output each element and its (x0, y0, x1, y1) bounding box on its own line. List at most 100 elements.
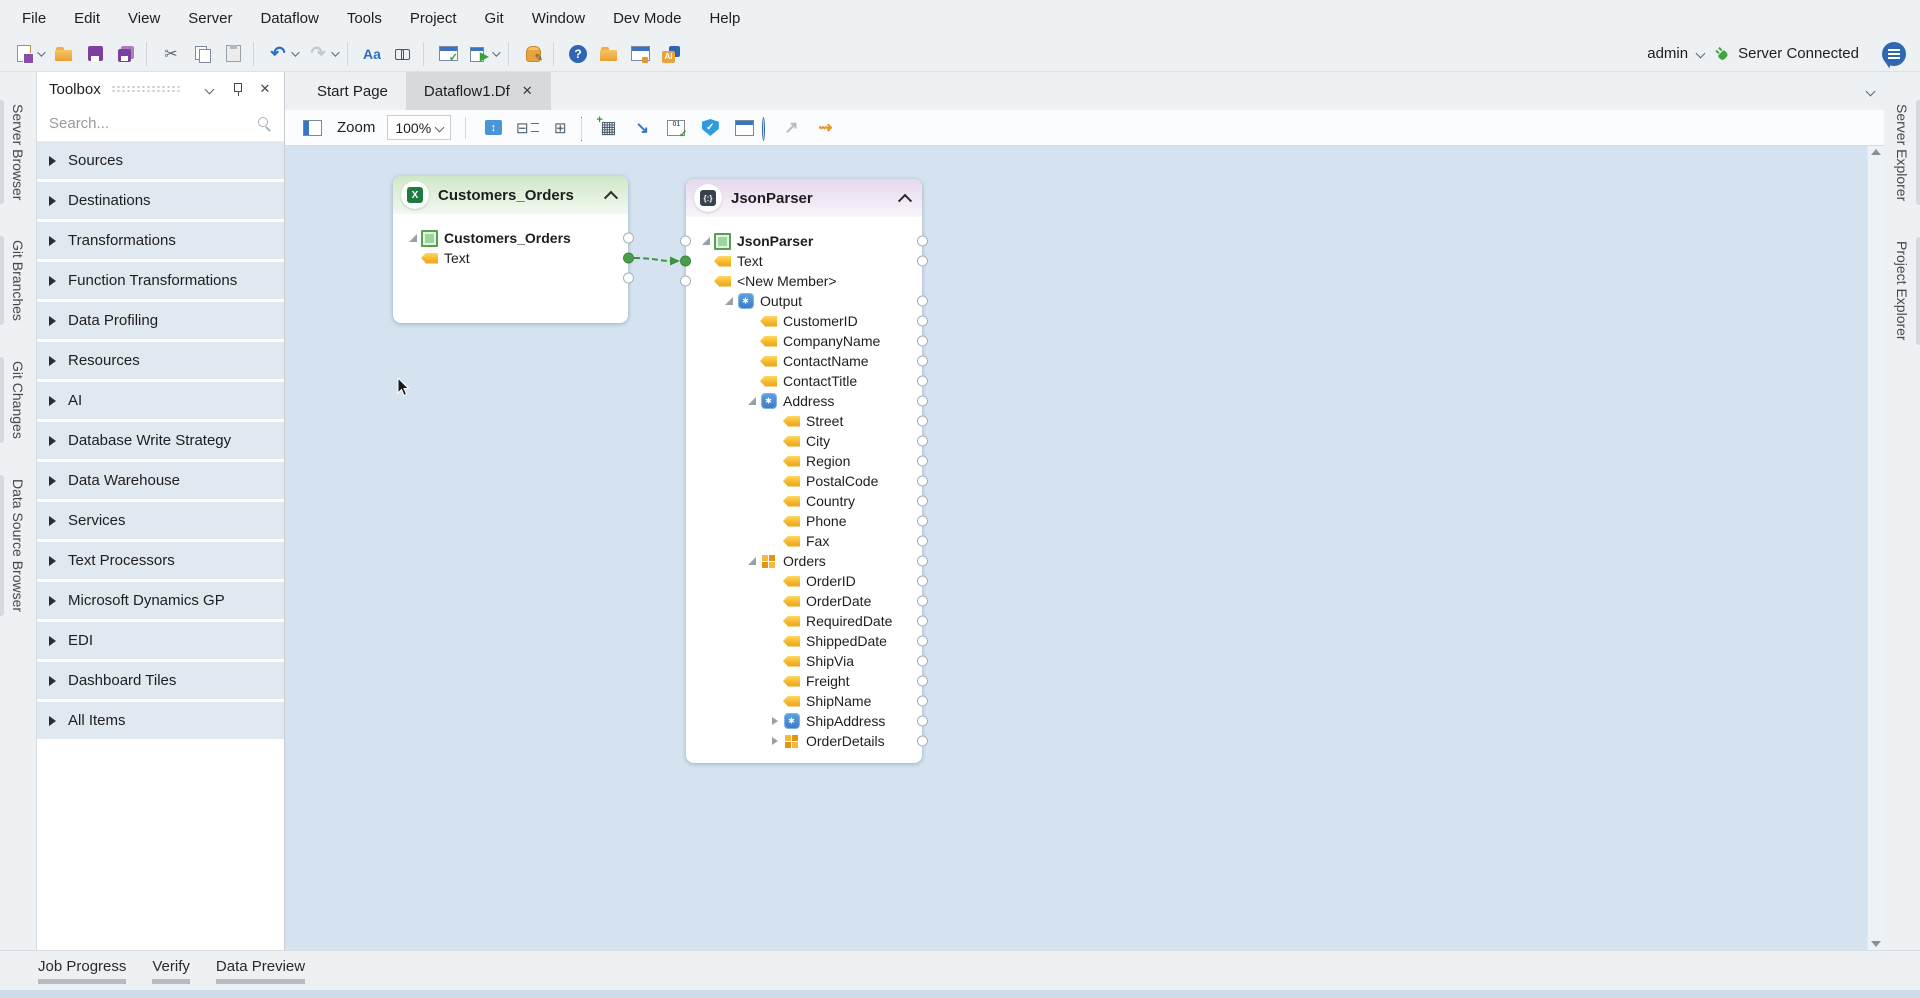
layout-select-icon[interactable] (299, 115, 325, 141)
output-port[interactable] (917, 436, 928, 447)
output-port[interactable] (623, 273, 634, 284)
menu-item[interactable]: File (8, 1, 60, 36)
menu-item[interactable]: Edit (60, 1, 114, 36)
output-port[interactable] (917, 476, 928, 487)
dock-tab[interactable]: Git Branches (10, 228, 26, 333)
tree-expander-icon[interactable] (697, 234, 714, 248)
save-icon[interactable] (81, 42, 109, 66)
save-all-icon[interactable] (112, 42, 147, 66)
help-icon[interactable] (564, 42, 592, 66)
redo-icon[interactable] (304, 42, 348, 66)
output-port[interactable] (917, 336, 928, 347)
chevron-down-icon[interactable] (291, 48, 299, 56)
output-port[interactable] (917, 316, 928, 327)
bottom-panel-tab[interactable]: Verify (152, 958, 190, 984)
output-port[interactable] (917, 416, 928, 427)
menu-item[interactable]: Server (174, 1, 246, 36)
toolbox-category[interactable]: Sources (37, 142, 284, 179)
output-port[interactable] (917, 656, 928, 667)
tree-expander-icon[interactable] (766, 574, 783, 588)
output-port[interactable] (917, 676, 928, 687)
tree-row[interactable]: ShipVia (686, 651, 922, 671)
output-port[interactable] (917, 716, 928, 727)
tree-row[interactable]: <New Member> (686, 271, 922, 291)
tree-row[interactable]: ShippedDate (686, 631, 922, 651)
tree-expander-icon[interactable] (766, 594, 783, 608)
output-port[interactable] (917, 616, 928, 627)
tree-expander-icon[interactable] (766, 614, 783, 628)
data-preview-window-icon[interactable] (626, 42, 654, 66)
chevron-up-icon[interactable] (604, 191, 618, 205)
toolbox-category[interactable]: Transformations (37, 222, 284, 259)
dock-tab[interactable]: Server Browser (10, 92, 26, 212)
chevron-down-icon[interactable] (492, 48, 500, 56)
scroll-down-icon[interactable] (1871, 941, 1881, 947)
tree-row[interactable]: Street (686, 411, 922, 431)
reroute-icon[interactable] (812, 115, 838, 141)
tree-expander-icon[interactable] (743, 374, 760, 388)
validate-window-icon[interactable] (434, 42, 462, 66)
search-icon[interactable] (257, 116, 272, 131)
toolbox-category[interactable]: Function Transformations (37, 262, 284, 299)
fit-node-icon[interactable] (480, 115, 506, 141)
tree-expander-icon[interactable] (404, 231, 421, 245)
node-json-parser[interactable]: JsonParser JsonParser (686, 179, 922, 763)
tree-expander-icon[interactable] (766, 494, 783, 508)
verify-shield-icon[interactable] (697, 115, 723, 141)
toolbox-category[interactable]: AI (37, 382, 284, 419)
tree-row[interactable]: CompanyName (686, 331, 922, 351)
toolbox-category[interactable]: Text Processors (37, 542, 284, 579)
output-port[interactable] (917, 376, 928, 387)
tree-row[interactable]: Output (686, 291, 922, 311)
bottom-panel-tab[interactable]: Job Progress (38, 958, 126, 984)
tree-expander-icon[interactable] (766, 674, 783, 688)
output-port[interactable] (917, 296, 928, 307)
tree-row[interactable]: Text (686, 251, 922, 271)
toolbox-category[interactable]: Destinations (37, 182, 284, 219)
chevron-down-icon[interactable] (1696, 49, 1706, 59)
tree-row[interactable]: PostalCode (686, 471, 922, 491)
paste-icon[interactable] (219, 42, 254, 66)
menu-item[interactable]: Dev Mode (599, 1, 695, 36)
tree-row[interactable]: Phone (686, 511, 922, 531)
open-folder-icon[interactable] (50, 42, 78, 66)
tree-expander-icon[interactable] (697, 254, 714, 268)
toolbox-search-input[interactable] (49, 115, 249, 132)
output-port[interactable] (623, 233, 634, 244)
tab-overflow-chevron-icon[interactable] (1866, 86, 1876, 96)
input-port[interactable] (680, 236, 691, 247)
tab-start-page[interactable]: Start Page (299, 72, 406, 110)
menu-item[interactable]: Help (695, 1, 754, 36)
menu-item[interactable]: Project (396, 1, 471, 36)
new-dataflow-icon[interactable] (10, 42, 47, 66)
input-port[interactable] (680, 276, 691, 287)
database-edit-icon[interactable] (519, 42, 554, 66)
toolbox-category[interactable]: EDI (37, 622, 284, 659)
tree-row[interactable]: Address (686, 391, 922, 411)
feedback-chat-icon[interactable] (1882, 42, 1906, 66)
output-port[interactable] (917, 356, 928, 367)
resize-icon[interactable] (778, 115, 804, 141)
tree-row[interactable]: ContactName (686, 351, 922, 371)
undo-icon[interactable] (264, 42, 301, 66)
menu-item[interactable]: View (114, 1, 174, 36)
tab-dataflow1[interactable]: Dataflow1.Df ✕ (406, 72, 551, 110)
tree-expander-icon[interactable] (743, 334, 760, 348)
input-port[interactable] (680, 256, 691, 267)
draw-link-icon[interactable] (629, 115, 655, 141)
toolbox-category[interactable]: Database Write Strategy (37, 422, 284, 459)
menu-item[interactable]: Window (518, 1, 599, 36)
tree-row[interactable]: Freight (686, 671, 922, 691)
dock-tab[interactable]: Git Changes (10, 349, 26, 451)
menu-item[interactable]: Tools (333, 1, 396, 36)
tree-row[interactable]: ShipAddress (686, 711, 922, 731)
collapse-nodes-icon[interactable] (514, 115, 540, 141)
tree-expander-icon[interactable] (766, 474, 783, 488)
tree-row[interactable]: Customers_Orders (393, 228, 628, 248)
output-port[interactable] (917, 556, 928, 567)
menu-item[interactable]: Git (471, 1, 518, 36)
chevron-up-icon[interactable] (898, 194, 912, 208)
dock-tab[interactable]: Data Source Browser (10, 467, 26, 624)
add-grid-icon[interactable] (595, 115, 621, 141)
zoom-dropdown[interactable]: 100% (387, 115, 451, 140)
